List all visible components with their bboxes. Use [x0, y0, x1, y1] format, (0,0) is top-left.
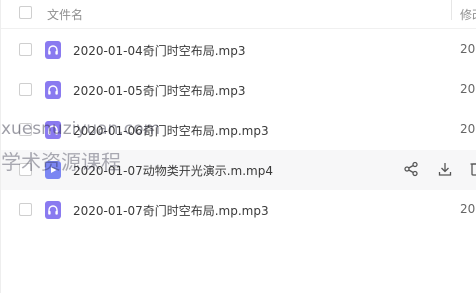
file-row[interactable]: 2020-01-07动物类开光演示.m.mp4 — [1, 150, 476, 190]
row-checkbox[interactable] — [19, 43, 32, 56]
audio-file-icon — [45, 121, 61, 139]
audio-file-icon — [45, 81, 61, 99]
file-name[interactable]: 2020-01-07奇门时空布局.mp.mp3 — [73, 202, 269, 219]
row-checkbox[interactable] — [19, 203, 32, 216]
file-name[interactable]: 2020-01-06奇门时空布局.mp.mp3 — [73, 122, 269, 139]
file-modified-date: 2020 — [460, 202, 476, 216]
column-divider[interactable] — [451, 0, 452, 20]
file-modified-date: 2020 — [460, 82, 476, 96]
file-modified-date: 2020 — [460, 122, 476, 136]
file-row[interactable]: 2020-01-04奇门时空布局.mp3 2020 — [1, 30, 476, 70]
select-all-checkbox[interactable] — [19, 6, 32, 19]
file-name[interactable]: 2020-01-07动物类开光演示.m.mp4 — [73, 162, 273, 179]
audio-file-icon — [45, 41, 61, 59]
audio-file-icon — [45, 201, 61, 219]
file-name[interactable]: 2020-01-05奇门时空布局.mp3 — [73, 82, 246, 99]
video-file-icon — [45, 161, 61, 179]
file-name[interactable]: 2020-01-04奇门时空布局.mp3 — [73, 42, 246, 59]
more-icon[interactable] — [469, 161, 476, 179]
file-row[interactable]: 2020-01-05奇门时空布局.mp3 2020 — [1, 70, 476, 110]
share-icon[interactable] — [403, 161, 419, 179]
row-checkbox[interactable] — [19, 123, 32, 136]
file-row[interactable]: 2020-01-07奇门时空布局.mp.mp3 2020 — [1, 190, 476, 230]
file-modified-date: 2020 — [460, 42, 476, 56]
file-list-header: 文件名 修改 — [1, 0, 476, 29]
column-header-name[interactable]: 文件名 — [47, 6, 83, 23]
file-row[interactable]: 2020-01-06奇门时空布局.mp.mp3 2020 — [1, 110, 476, 150]
row-checkbox[interactable] — [19, 83, 32, 96]
row-checkbox[interactable] — [19, 163, 32, 176]
column-header-modified[interactable]: 修改 — [460, 6, 476, 23]
download-icon[interactable] — [437, 161, 453, 179]
file-list-panel: 文件名 修改 2020-01-04奇门时空布局.mp3 2020 2020-01… — [0, 0, 476, 293]
